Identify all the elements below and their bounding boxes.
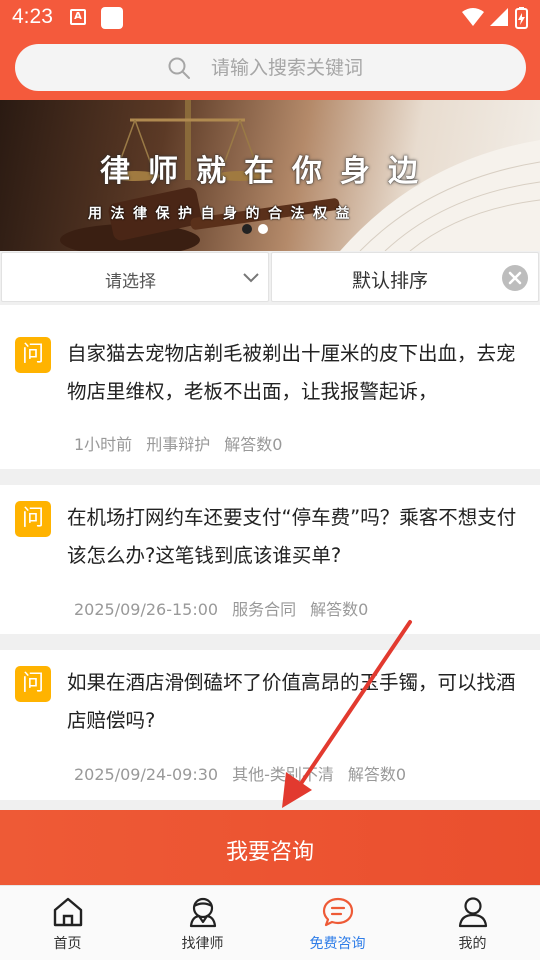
close-icon bbox=[508, 271, 522, 285]
question-badge: 问 bbox=[15, 337, 51, 373]
user-icon bbox=[458, 897, 487, 928]
clear-sort-button[interactable] bbox=[502, 265, 528, 291]
search-bar bbox=[0, 36, 540, 100]
question-time: 1小时前 bbox=[74, 435, 133, 454]
notification-app-icon bbox=[101, 7, 123, 29]
carousel-dot[interactable] bbox=[258, 224, 268, 234]
question-category: 刑事辩护 bbox=[146, 435, 211, 454]
status-bar: 4:23 A bbox=[0, 0, 540, 36]
banner-title: 律师就在你身边 bbox=[100, 154, 436, 189]
question-text: 自家猫去宠物店剃毛被剃出十厘米的皮下出血，去宠物店里维权，老板不出面，让我报警起… bbox=[67, 342, 516, 403]
question-category: 服务合同 bbox=[232, 600, 297, 619]
bottom-tab-bar: 首页 找律师 免费咨询 我的 bbox=[0, 885, 540, 960]
question-meta: 2025/09/26-15:00 服务合同 解答数0 bbox=[74, 596, 382, 620]
question-text: 如果在酒店滑倒磕坏了价值高昂的玉手镯，可以找酒店赔偿吗? bbox=[67, 671, 516, 732]
sort-select[interactable]: 默认排序 bbox=[271, 252, 539, 302]
tab-find-lawyer[interactable]: 找律师 bbox=[135, 886, 270, 960]
consult-button-label: 我要咨询 bbox=[225, 839, 314, 864]
system-status-icons bbox=[462, 7, 528, 29]
home-icon bbox=[53, 897, 82, 927]
tab-mine[interactable]: 我的 bbox=[405, 886, 540, 960]
consult-button[interactable]: 我要咨询 bbox=[0, 810, 540, 885]
question-meta: 1小时前 刑事辩护 解答数0 bbox=[74, 431, 296, 455]
tab-free-consult[interactable]: 免费咨询 bbox=[270, 886, 405, 960]
filter-bar: 请选择 默认排序 bbox=[0, 251, 540, 303]
question-answer-count: 解答数0 bbox=[224, 435, 283, 454]
question-time: 2025/09/24-09:30 bbox=[74, 765, 219, 784]
category-select-label: 请选择 bbox=[105, 272, 156, 292]
chevron-down-icon bbox=[243, 273, 259, 283]
question-card[interactable]: 问 如果在酒店滑倒磕坏了价值高昂的玉手镯，可以找酒店赔偿吗? 2025/09/2… bbox=[0, 650, 540, 800]
wifi-icon bbox=[462, 8, 484, 26]
question-badge: 问 bbox=[15, 666, 51, 702]
tab-free-consult-label: 免费咨询 bbox=[309, 936, 366, 952]
question-badge: 问 bbox=[15, 501, 51, 537]
question-card[interactable]: 问 自家猫去宠物店剃毛被剃出十厘米的皮下出血，去宠物店里维权，老板不出面，让我报… bbox=[0, 305, 540, 469]
tab-mine-label: 我的 bbox=[458, 936, 487, 952]
question-answer-count: 解答数0 bbox=[347, 765, 407, 784]
tab-home-label: 首页 bbox=[53, 936, 82, 952]
banner-subtitle: 用法律保护自身的合法权益 bbox=[88, 206, 358, 222]
banner-carousel[interactable]: 律师就在你身边 用法律保护自身的合法权益 bbox=[0, 100, 540, 251]
question-category: 其他-类别不清 bbox=[232, 765, 334, 784]
question-card[interactable]: 问 在机场打网约车还要支付“停车费”吗？乘客不想支付该怎么办?这笔钱到底该谁买单… bbox=[0, 485, 540, 634]
lawyer-icon bbox=[189, 897, 216, 928]
status-time: 4:23 bbox=[12, 5, 53, 28]
notification-a-icon: A bbox=[70, 9, 86, 25]
chat-icon bbox=[322, 897, 353, 927]
question-time: 2025/09/26-15:00 bbox=[74, 600, 219, 619]
search-box[interactable] bbox=[15, 44, 526, 91]
signal-icon bbox=[490, 8, 508, 26]
tab-home[interactable]: 首页 bbox=[0, 886, 135, 960]
question-text: 在机场打网约车还要支付“停车费”吗？乘客不想支付该怎么办?这笔钱到底该谁买单? bbox=[67, 506, 517, 567]
carousel-dot-active[interactable] bbox=[242, 224, 252, 234]
search-icon bbox=[168, 57, 190, 79]
search-input[interactable] bbox=[211, 52, 471, 83]
tab-find-lawyer-label: 找律师 bbox=[181, 936, 224, 952]
question-answer-count: 解答数0 bbox=[310, 600, 369, 619]
category-select[interactable]: 请选择 bbox=[1, 252, 269, 302]
question-meta: 2025/09/24-09:30 其他-类别不清 解答数0 bbox=[74, 761, 420, 785]
sort-select-label: 默认排序 bbox=[352, 270, 429, 292]
